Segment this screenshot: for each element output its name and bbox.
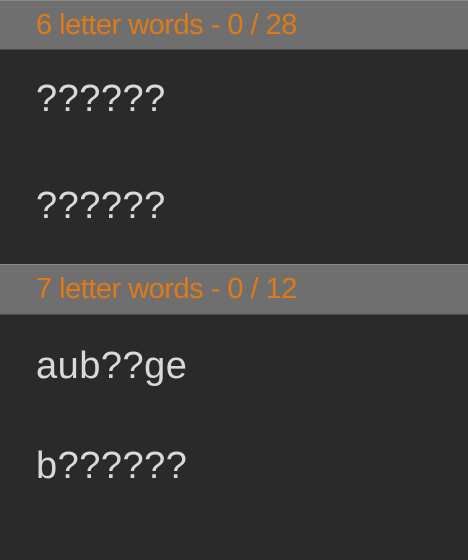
seven-letter-word-list: aub??ge b?????? (0, 315, 468, 514)
six-letter-header: 6 letter words - 0 / 28 (0, 0, 468, 50)
word-row[interactable]: ?????? (0, 50, 468, 148)
word-text: aub??ge (36, 345, 188, 387)
word-text: ?????? (36, 185, 166, 227)
six-letter-section: 6 letter words - 0 / 28 ?????? ?????? (0, 0, 468, 264)
word-text: b?????? (36, 444, 188, 487)
word-row[interactable]: aub??ge (0, 315, 468, 417)
word-text: ?????? (36, 78, 166, 120)
bottom-spacer (0, 514, 468, 558)
word-list-screen: 6 letter words - 0 / 28 ?????? ?????? 7 … (0, 0, 468, 560)
seven-letter-header-text: 7 letter words - 0 / 12 (36, 273, 297, 305)
six-letter-word-list: ?????? ?????? (0, 50, 468, 264)
seven-letter-section: 7 letter words - 0 / 12 aub??ge b?????? (0, 264, 468, 514)
word-row[interactable]: ?????? (0, 148, 468, 264)
six-letter-header-text: 6 letter words - 0 / 28 (36, 8, 297, 41)
seven-letter-header: 7 letter words - 0 / 12 (0, 264, 468, 315)
word-row[interactable]: b?????? (0, 417, 468, 514)
